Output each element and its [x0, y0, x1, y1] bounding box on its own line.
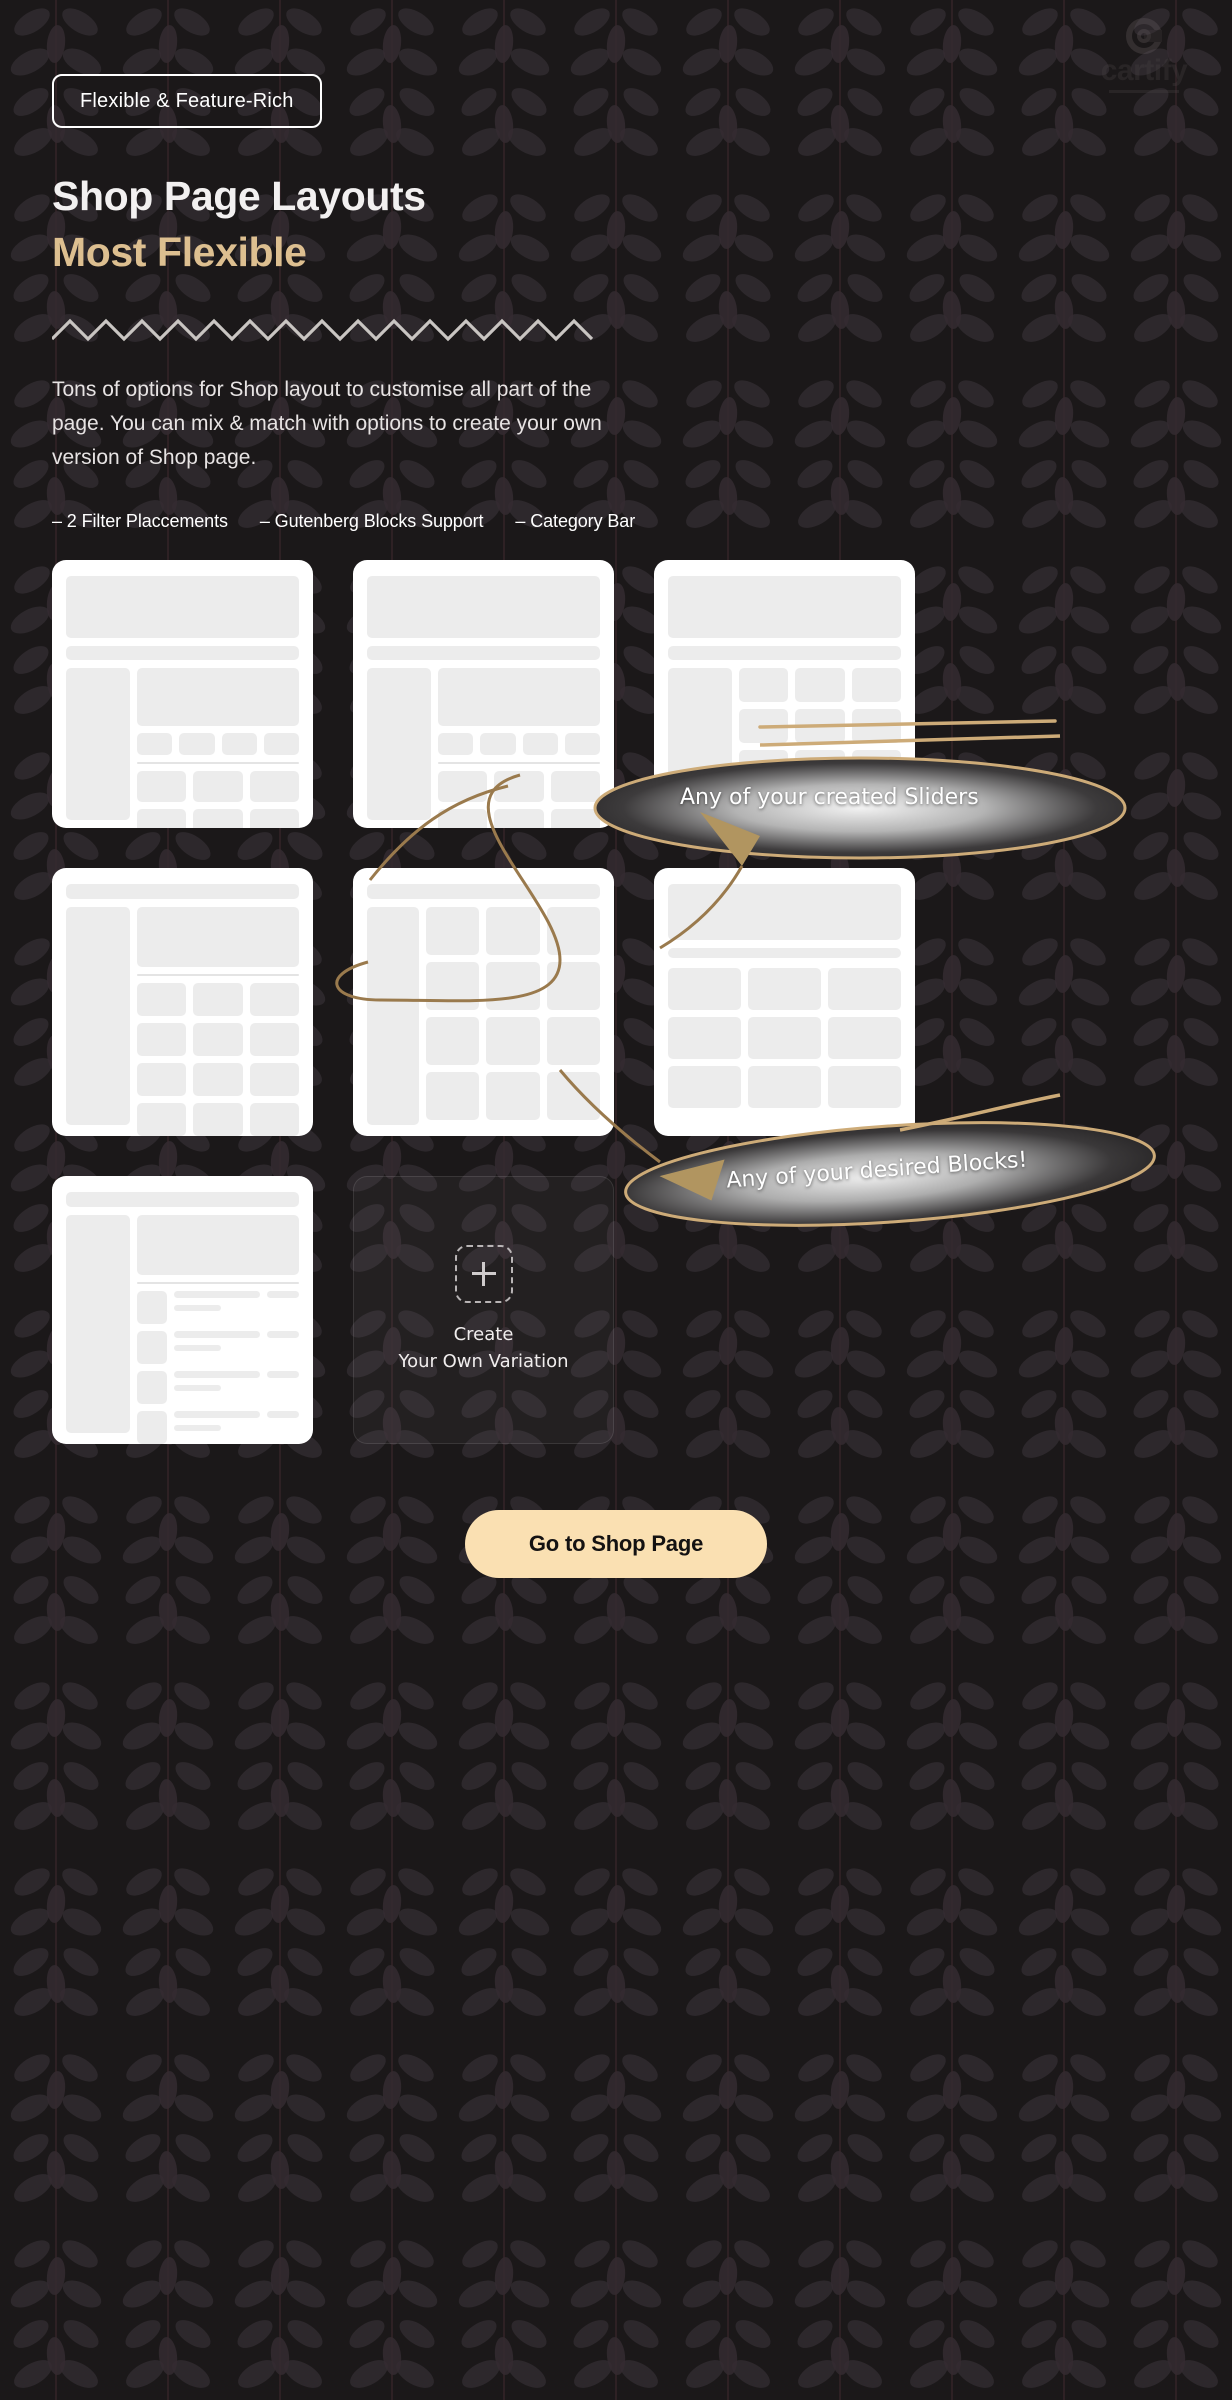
wireframe-topbar [66, 645, 299, 660]
wireframe-banner [367, 575, 600, 638]
feature-item-filters: – 2 Filter Placcements [52, 510, 228, 531]
create-card-line2: Your Own Variation [398, 1350, 569, 1372]
wireframe-list-row [137, 1290, 299, 1324]
wireframe-product-row [739, 790, 901, 825]
wireframe-divider [438, 761, 600, 764]
wireframe-hero [137, 1214, 299, 1275]
wireframe-category-bar [137, 732, 299, 755]
plus-icon[interactable] [454, 1244, 513, 1303]
wireframe-divider [137, 761, 299, 764]
wireframe-product-row [668, 1016, 901, 1059]
wireframe-sidebar [66, 1214, 130, 1433]
wireframe-product-row [438, 770, 600, 802]
layout-card-banner-sidebar-grid[interactable] [654, 559, 915, 828]
wireframe-hero [137, 906, 299, 967]
wireframe-sidebar [668, 667, 732, 820]
feature-item-gutenberg: – Gutenberg Blocks Support [259, 510, 484, 531]
feature-list: – 2 Filter Placcements – Gutenberg Block… [52, 511, 1180, 532]
wireframe-product-row [426, 906, 600, 955]
layout-card-banner-wide-grid[interactable] [654, 867, 915, 1136]
layout-card-banner-topbar-category-grid[interactable] [353, 559, 614, 828]
layout-card-topbar-sidebar-hero-grid[interactable] [52, 867, 313, 1136]
layout-card-banner-sidebar-category-grid[interactable] [52, 559, 313, 828]
page-subtitle: Most Flexible [52, 229, 307, 276]
wireframe-sidebar [367, 906, 419, 1125]
wireframe-product-row [137, 808, 299, 828]
wireframe-product-row [137, 770, 299, 802]
wireframe-hero [137, 667, 299, 726]
wireframe-product-row [137, 1102, 299, 1136]
feature-item-category-bar: – Category Bar [515, 510, 636, 531]
go-to-shop-page-button[interactable]: Go to Shop Page [464, 1509, 768, 1578]
wireframe-category-bar [438, 732, 600, 755]
page-content: Flexible & Feature-Rich Shop Page Layout… [0, 0, 1232, 1578]
cta-container: Go to Shop Page [52, 1509, 1180, 1578]
wireframe-divider [137, 973, 299, 976]
page-title: Shop Page Layouts [52, 173, 426, 219]
layout-card-sidebar-grid-four-column[interactable] [353, 867, 614, 1136]
wireframe-list-row [137, 1330, 299, 1364]
wireframe-product-row [137, 1022, 299, 1056]
wireframe-product-row [739, 667, 901, 702]
wireframe-product-row [137, 1062, 299, 1096]
wireframe-sidebar [66, 667, 130, 820]
wireframe-topbar [66, 883, 299, 899]
feature-badge: Flexible & Feature-Rich [52, 74, 322, 128]
wireframe-product-row [426, 1016, 600, 1065]
wireframe-topbar [668, 645, 901, 660]
wireframe-product-row [739, 708, 901, 743]
wireframe-product-row [438, 808, 600, 828]
layout-card-grid: Create Your Own Variation [52, 559, 1180, 1444]
wireframe-topbar [668, 947, 901, 958]
wireframe-product-row [668, 1065, 901, 1108]
wireframe-product-row [137, 982, 299, 1016]
wireframe-product-row [426, 1071, 600, 1120]
create-own-variation-card[interactable]: Create Your Own Variation [353, 1175, 614, 1444]
wireframe-sidebar [367, 667, 431, 820]
wireframe-banner [668, 883, 901, 940]
wireframe-banner [668, 575, 901, 638]
wireframe-hero [438, 667, 600, 726]
wireframe-list-row [137, 1410, 299, 1444]
wireframe-product-row [668, 967, 901, 1010]
wireframe-topbar [66, 1191, 299, 1207]
wireframe-divider [137, 1281, 299, 1284]
wireframe-list-row [137, 1370, 299, 1404]
wireframe-topbar [367, 883, 600, 899]
zigzag-divider [52, 318, 594, 342]
wireframe-topbar [367, 645, 600, 660]
wireframe-product-row [426, 961, 600, 1010]
wireframe-banner [66, 575, 299, 638]
page-description: Tons of options for Shop layout to custo… [52, 377, 602, 469]
create-card-line1: Create [453, 1323, 514, 1345]
layout-card-sidebar-list-view[interactable] [52, 1175, 313, 1444]
create-card-label: Create Your Own Variation [398, 1321, 568, 1375]
wireframe-product-row [739, 749, 901, 784]
wireframe-sidebar [66, 906, 130, 1125]
